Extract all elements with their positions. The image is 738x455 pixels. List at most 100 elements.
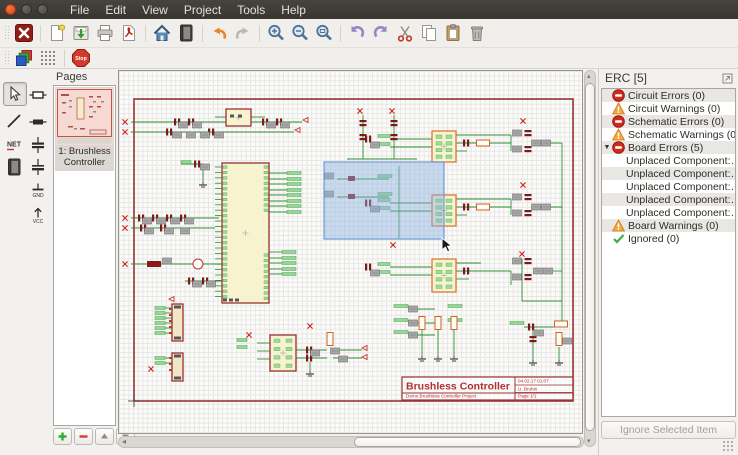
window-close-button[interactable]: [5, 4, 16, 15]
page-up-button[interactable]: [95, 428, 114, 445]
scroll-down-arrow[interactable]: ▾: [587, 437, 591, 445]
erc-item-label: Schematic Errors (0): [628, 116, 724, 128]
erc-message-list[interactable]: Circuit Errors (0)Circuit Warnings (0)Sc…: [601, 88, 736, 417]
warning-icon: [612, 219, 625, 232]
window-maximize-button[interactable]: [37, 4, 48, 15]
ignore-selected-item-button[interactable]: Ignore Selected Item: [601, 421, 736, 439]
erc-category-row[interactable]: Board Warnings (0): [602, 219, 735, 232]
check-icon: [612, 232, 625, 245]
redo-button[interactable]: [231, 21, 255, 45]
cut-button[interactable]: [393, 21, 417, 45]
capacitor-polarized-icon: [28, 157, 48, 177]
menu-item-view[interactable]: View: [134, 1, 176, 19]
vcc-icon: VCC: [28, 204, 48, 224]
pages-panel-title: Pages: [56, 71, 87, 83]
pages-list[interactable]: 1: Brushless Controller: [53, 85, 116, 426]
menu-item-help[interactable]: Help: [273, 1, 314, 19]
tool-line-button[interactable]: [3, 110, 25, 132]
paste-button[interactable]: [441, 21, 465, 45]
error-icon: [612, 115, 625, 128]
layers-button[interactable]: [12, 46, 36, 70]
error-icon: [612, 89, 625, 102]
horizontal-scroll-thumb[interactable]: [354, 437, 581, 447]
delete-button[interactable]: [465, 21, 489, 45]
home-button[interactable]: [150, 21, 174, 45]
menu-item-tools[interactable]: Tools: [229, 1, 273, 19]
copy-button[interactable]: [417, 21, 441, 45]
erc-category-row[interactable]: Circuit Errors (0): [602, 89, 735, 102]
horizontal-scrollbar[interactable]: ◂: [118, 436, 584, 448]
new-button[interactable]: [45, 21, 69, 45]
toolbar-drag-handle[interactable]: [4, 25, 9, 41]
gnd-icon: GND: [28, 181, 48, 201]
erc-category-row[interactable]: ▼Board Errors (5): [602, 141, 735, 154]
toolbar-drag-handle[interactable]: [4, 50, 9, 66]
tool-gnd-button[interactable]: GND: [27, 180, 49, 202]
toolbar-separator: [64, 50, 65, 67]
pages-panel: Pages: [50, 68, 118, 455]
cut-icon: [395, 23, 415, 43]
zoom-fit-button[interactable]: [312, 21, 336, 45]
erc-item-unplaced-component[interactable]: Unplaced Component:…: [602, 193, 735, 206]
warning-icon: [612, 219, 625, 232]
scroll-up-arrow[interactable]: ▴: [587, 72, 591, 80]
scroll-left-arrow[interactable]: ◂: [122, 436, 126, 447]
float-panel-icon[interactable]: [722, 73, 733, 84]
erc-panel-title: ERC [5]: [605, 71, 647, 85]
menu-item-edit[interactable]: Edit: [97, 1, 134, 19]
erc-category-row[interactable]: Schematic Warnings (0): [602, 128, 735, 141]
paste-icon: [443, 23, 463, 43]
pdf-button[interactable]: [117, 21, 141, 45]
erc-item-unplaced-component[interactable]: Unplaced Component:…: [602, 206, 735, 219]
erc-category-row[interactable]: Ignored (0): [602, 232, 735, 245]
tool-select-button[interactable]: [3, 82, 27, 106]
vertical-scroll-thumb[interactable]: [585, 83, 595, 431]
undo-button[interactable]: [207, 21, 231, 45]
save-button[interactable]: [69, 21, 93, 45]
erc-item-unplaced-component[interactable]: Unplaced Component:…: [602, 154, 735, 167]
erc-item-label: Ignored (0): [628, 233, 679, 245]
erc-item-unplaced-component[interactable]: Unplaced Component:…: [602, 180, 735, 193]
warning-icon: [612, 102, 625, 115]
application-window: FileEditViewProjectToolsHelp Stop NET GND…: [0, 0, 738, 455]
expander-icon[interactable]: ▼: [602, 144, 612, 151]
mouse-cursor: [442, 238, 452, 252]
library-button[interactable]: [174, 21, 198, 45]
zoom-out-button[interactable]: [288, 21, 312, 45]
page-remove-button[interactable]: [74, 428, 93, 445]
warning-icon: [612, 128, 625, 141]
tool-netlabel-button[interactable]: NET: [3, 134, 25, 156]
page-list-item[interactable]: 1: Brushless Controller: [55, 87, 114, 171]
svg-text:04.02.17 01:07: 04.02.17 01:07: [518, 379, 549, 384]
grid-settings-button[interactable]: [36, 46, 60, 70]
menu-item-file[interactable]: File: [62, 1, 97, 19]
rotate-ccw-button[interactable]: [345, 21, 369, 45]
schematic-canvas[interactable]: Brushless ControllerDemo Brushless Contr…: [118, 70, 583, 434]
secondary-toolbar: Stop: [0, 48, 738, 69]
toolbar-separator: [202, 25, 203, 42]
page-add-button[interactable]: [53, 428, 72, 445]
print-button[interactable]: [93, 21, 117, 45]
tool-capacitor-polarized-button[interactable]: [27, 156, 49, 178]
vertical-scrollbar[interactable]: ▴ ▾: [584, 70, 596, 447]
erc-item-unplaced-component[interactable]: Unplaced Component:…: [602, 167, 735, 180]
tool-resistor-h-button[interactable]: [27, 84, 49, 106]
stop-button[interactable]: Stop: [69, 46, 93, 70]
check-icon: [612, 232, 625, 245]
erc-category-row[interactable]: Schematic Errors (0): [602, 115, 735, 128]
home-icon: [152, 23, 172, 43]
svg-text:Brushless Controller: Brushless Controller: [406, 381, 510, 393]
window-minimize-button[interactable]: [21, 4, 32, 15]
zoom-in-button[interactable]: [264, 21, 288, 45]
remove-icon: [78, 431, 89, 442]
menu-item-project[interactable]: Project: [176, 1, 229, 19]
erc-category-row[interactable]: Circuit Warnings (0): [602, 102, 735, 115]
quit-button[interactable]: [12, 21, 36, 45]
tool-library2-button[interactable]: [3, 156, 25, 178]
line-icon: [4, 111, 24, 131]
window-resize-grip[interactable]: [722, 440, 734, 452]
tool-capacitor-button[interactable]: [27, 134, 49, 156]
tool-resistor-filled-button[interactable]: [27, 111, 49, 133]
rotate-cw-button[interactable]: [369, 21, 393, 45]
tool-vcc-button[interactable]: VCC: [27, 203, 49, 225]
